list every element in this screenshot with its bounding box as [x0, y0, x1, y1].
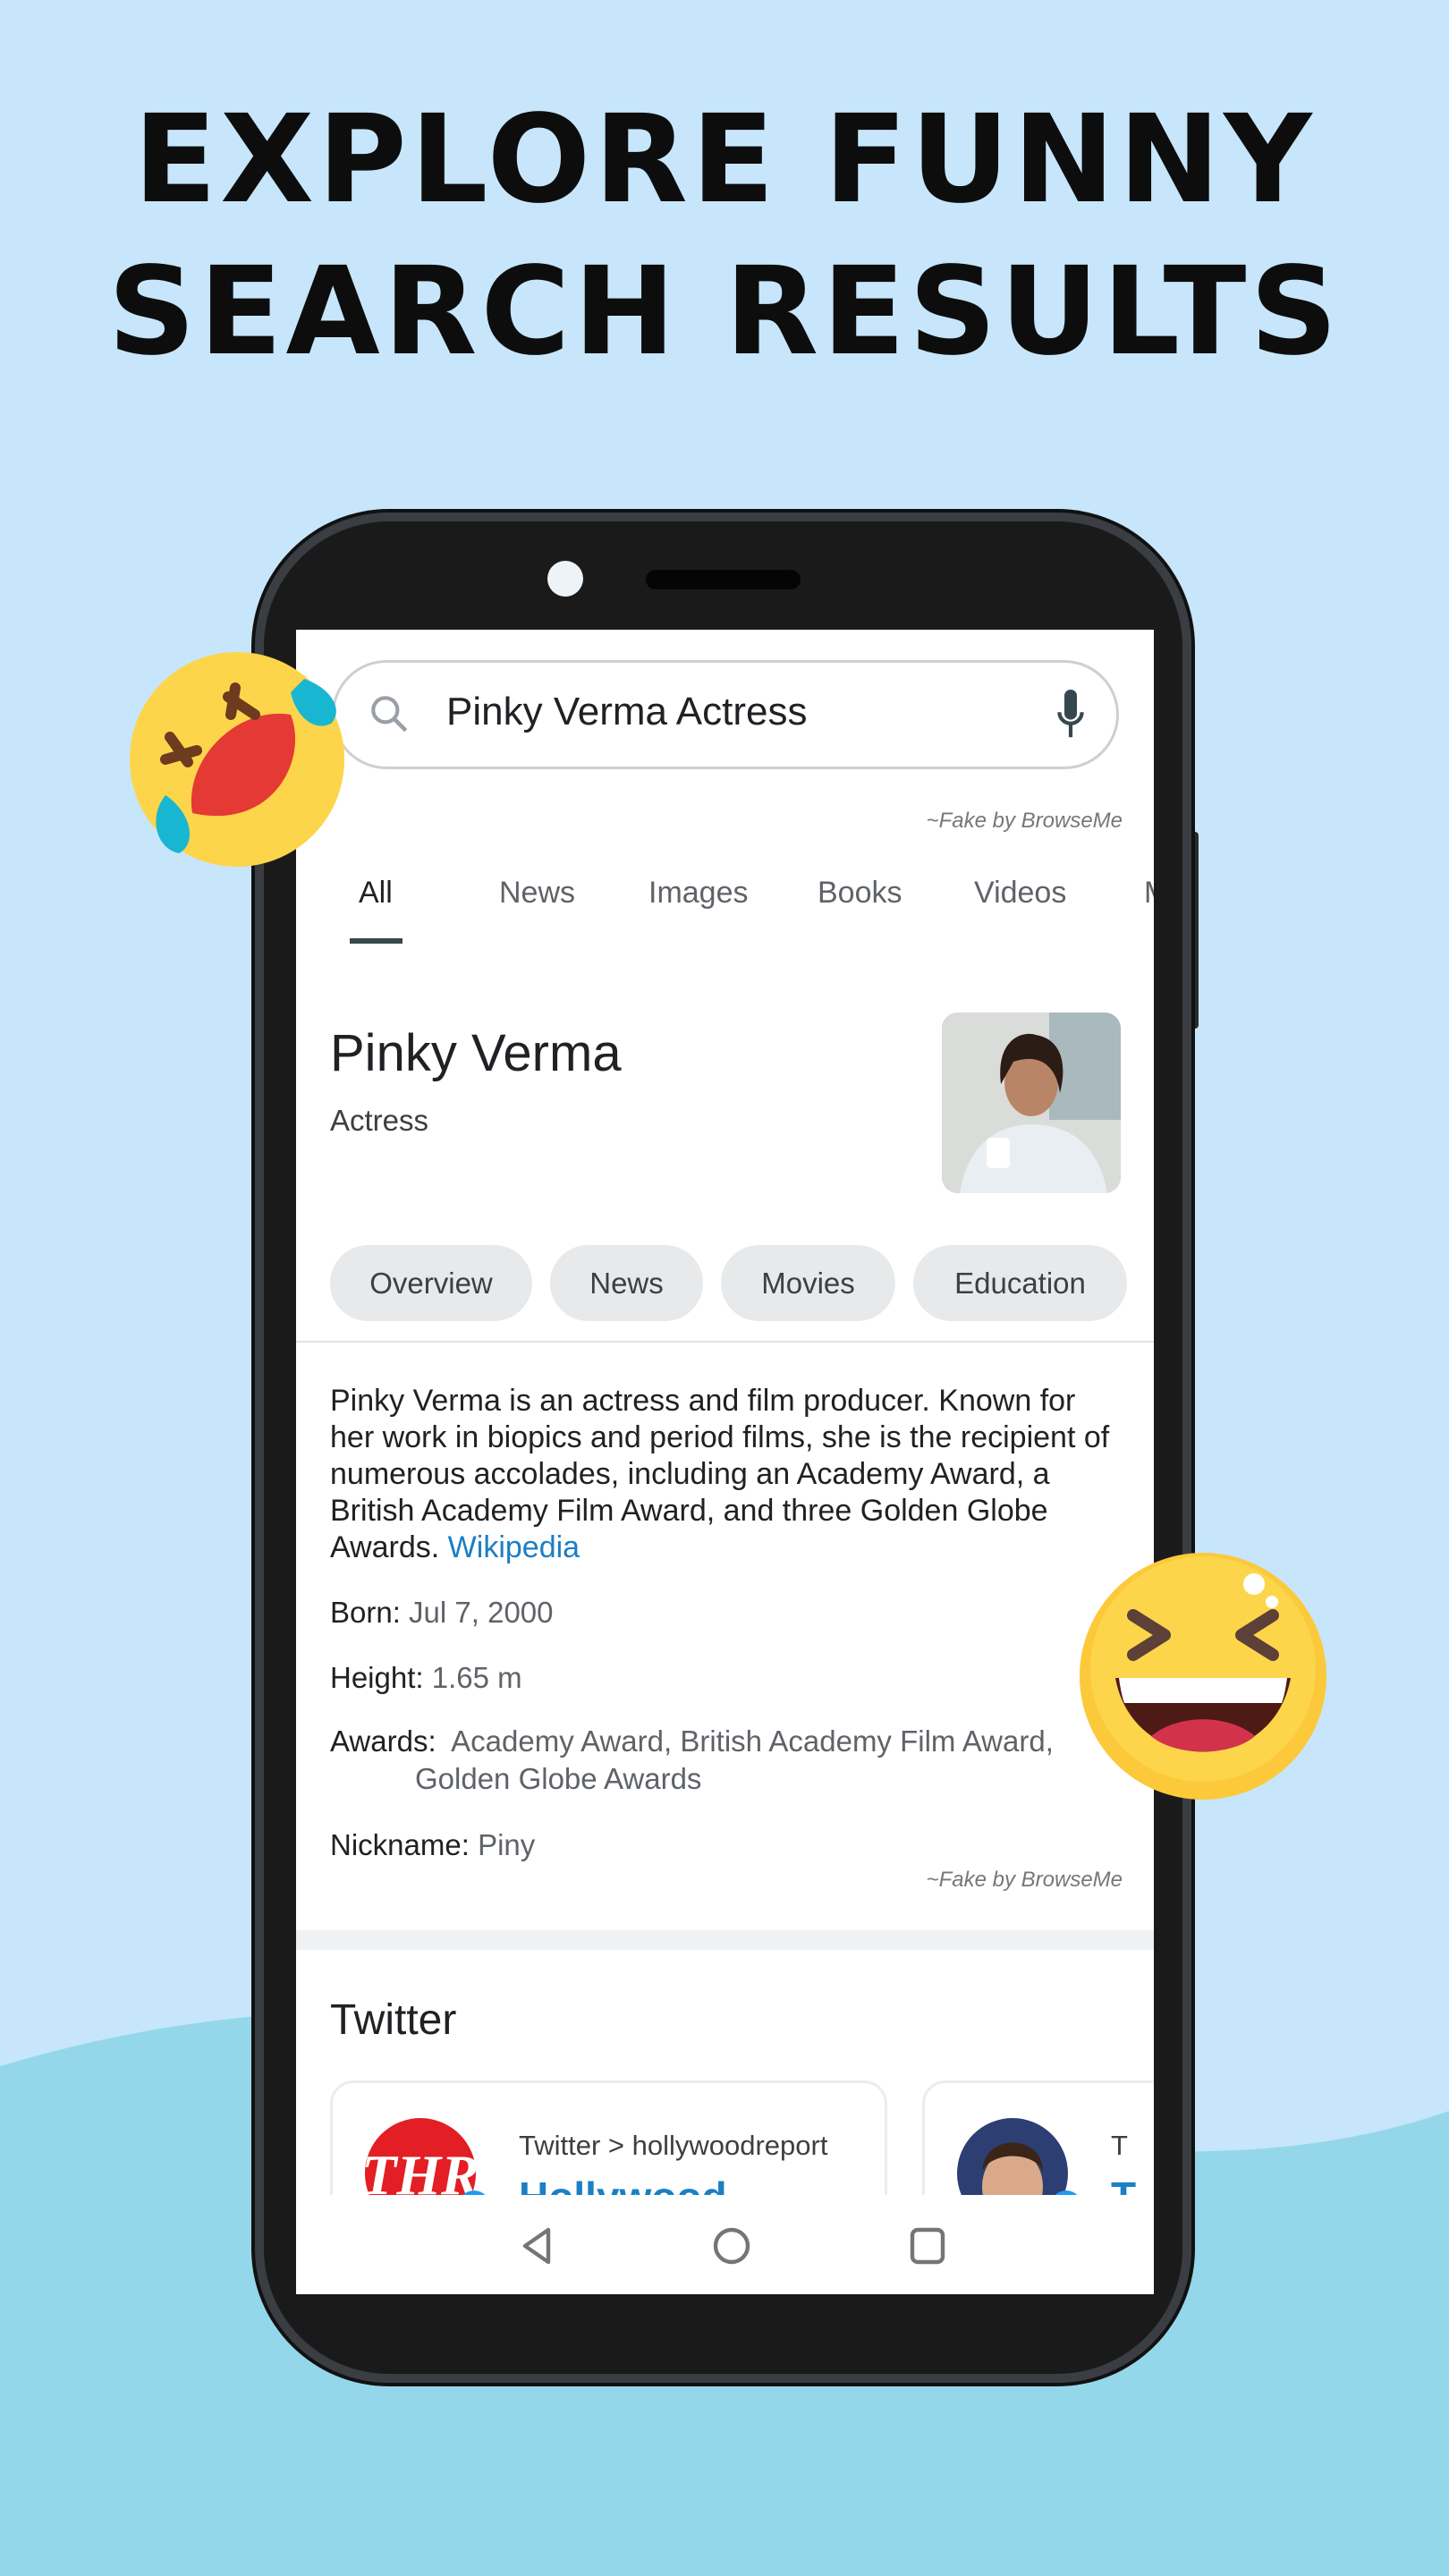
fake-watermark: ~Fake by BrowseMe	[926, 809, 1123, 833]
chip-education[interactable]: Education	[913, 1245, 1127, 1321]
recents-icon[interactable]	[909, 2226, 946, 2266]
tweet-source: Twitter > hollywoodreport	[519, 2130, 828, 2161]
headline-line-1: EXPLORE FUNNY	[133, 89, 1316, 231]
entity-subtitle: Actress	[330, 1104, 429, 1137]
search-query: Pinky Verma Actress	[446, 690, 808, 733]
entity-photo[interactable]	[942, 1013, 1121, 1193]
home-icon[interactable]	[712, 2226, 751, 2266]
active-tab-indicator	[350, 938, 402, 944]
divider	[296, 1341, 1154, 1343]
fake-watermark-2: ~Fake by BrowseMe	[926, 1868, 1123, 1892]
headline-line-2: SEARCH RESULTS	[107, 242, 1342, 383]
entity-description: Pinky Verma is an actress and film produ…	[330, 1384, 1110, 1564]
search-input[interactable]: Pinky Verma Actress	[332, 660, 1119, 769]
tab-images[interactable]: Images	[648, 876, 749, 911]
rofl-emoji-icon	[130, 652, 344, 867]
back-icon[interactable]	[520, 2226, 555, 2266]
tab-more[interactable]: M	[1144, 876, 1154, 911]
tweet-source: T	[1111, 2130, 1128, 2161]
twitter-section-title: Twitter	[330, 1996, 457, 2044]
fact-born: Born: Jul 7, 2000	[330, 1596, 554, 1629]
front-camera	[547, 561, 583, 597]
chip-news[interactable]: News	[550, 1245, 703, 1321]
tab-news[interactable]: News	[499, 876, 575, 911]
chip-movies[interactable]: Movies	[721, 1245, 895, 1321]
mic-icon[interactable]	[1055, 690, 1087, 740]
laughing-emoji-icon	[1080, 1553, 1326, 1800]
phone-screen: Pinky Verma Actress ~Fake by BrowseMe Al…	[296, 630, 1154, 2294]
fact-height: Height: 1.65 m	[330, 1661, 522, 1694]
tab-all[interactable]: All	[359, 876, 393, 911]
tab-books[interactable]: Books	[818, 876, 902, 911]
section-separator	[296, 1930, 1154, 1950]
search-icon	[371, 696, 408, 733]
entity-name: Pinky Verma	[330, 1024, 622, 1082]
fact-awards-cont: Golden Globe Awards	[415, 1762, 702, 1795]
fact-nickname: Nickname: Piny	[330, 1828, 536, 1861]
wikipedia-link[interactable]: Wikipedia	[448, 1530, 580, 1564]
chip-overview[interactable]: Overview	[330, 1245, 532, 1321]
fact-awards: Awards: Academy Award, British Academy F…	[330, 1724, 1054, 1758]
phone-speaker	[646, 570, 801, 589]
tab-videos[interactable]: Videos	[974, 876, 1066, 911]
